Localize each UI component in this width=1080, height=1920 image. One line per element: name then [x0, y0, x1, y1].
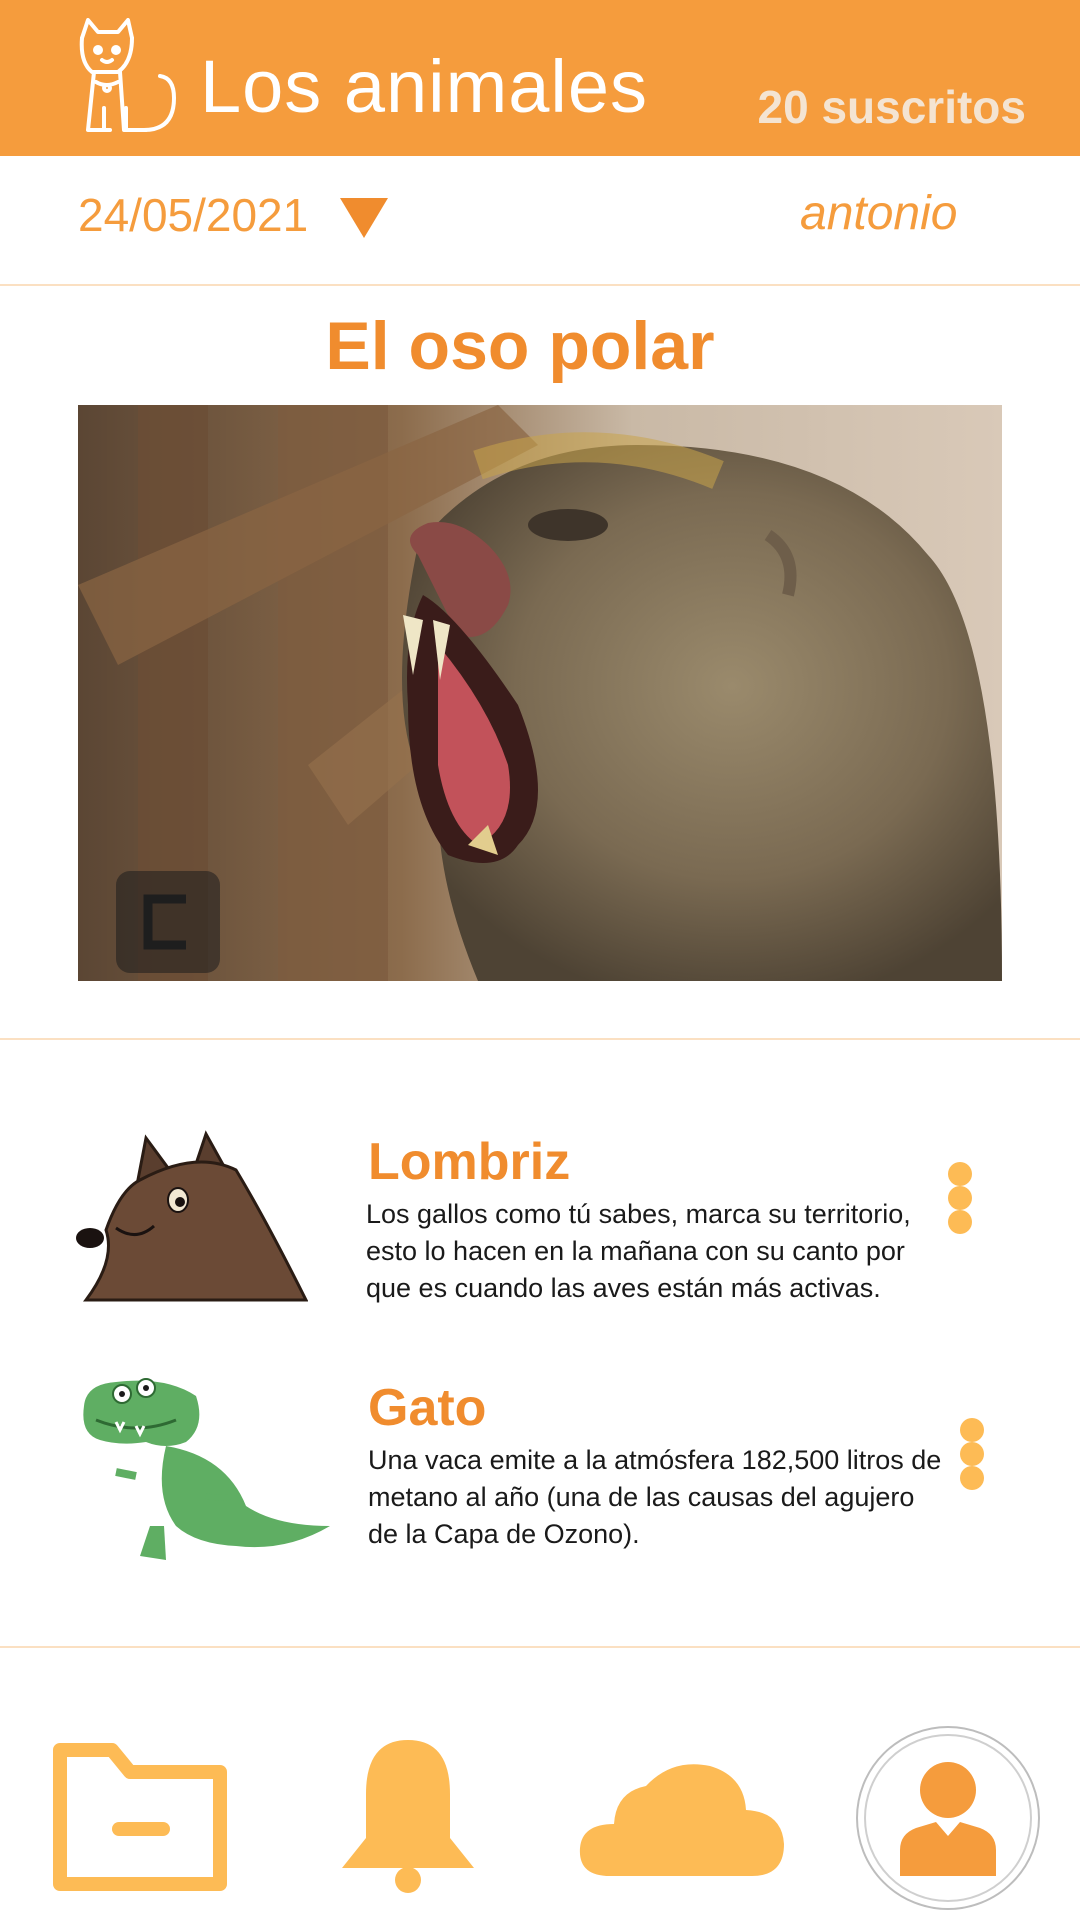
more-options-icon[interactable]	[948, 1162, 974, 1234]
item-description-line: que es cuando las aves están más activas…	[366, 1273, 881, 1303]
dot	[960, 1442, 984, 1466]
app-header: Los animales 20 suscritos	[0, 0, 1080, 156]
item-description: Los gallos como tú sabes, marca su terri…	[366, 1196, 966, 1307]
dog-logo-icon	[79, 18, 176, 132]
date-selector[interactable]: 24/05/2021	[78, 192, 308, 238]
item-description-line: esto lo hacen en la mañana con su canto …	[366, 1236, 905, 1266]
subscriber-count[interactable]: 20 suscritos	[758, 84, 1026, 130]
item-description-line: Los gallos como tú sabes, marca su terri…	[366, 1199, 911, 1229]
folder-icon[interactable]	[52, 1742, 228, 1892]
item-description-line: Una vaca emite a la atmósfera 182,500 li…	[368, 1445, 942, 1475]
item-description-line: de la Capa de Ozono).	[368, 1519, 640, 1549]
dot	[960, 1418, 984, 1442]
item-title: Gato	[368, 1379, 487, 1437]
dot	[948, 1210, 972, 1234]
divider	[0, 1646, 1080, 1648]
app-title: Los animales	[200, 45, 649, 128]
article-image[interactable]	[78, 405, 1002, 981]
chevron-down-icon[interactable]	[338, 196, 390, 240]
divider	[0, 284, 1080, 286]
dot	[948, 1162, 972, 1186]
profile-button[interactable]	[856, 1726, 1040, 1910]
username[interactable]: antonio	[800, 190, 957, 238]
item-title: Lombriz	[368, 1133, 571, 1191]
list-item[interactable]: Gato Una vaca emite a la atmósfera 182,5…	[0, 1376, 1080, 1566]
dot	[960, 1466, 984, 1490]
dog-avatar	[76, 1130, 308, 1302]
profile-icon	[900, 1762, 996, 1876]
filter-bar: 24/05/2021 antonio	[0, 156, 1080, 284]
more-options-icon[interactable]	[960, 1418, 986, 1490]
list-item[interactable]: Lombriz Los gallos como tú sabes, marca …	[0, 1130, 1080, 1310]
divider	[0, 1038, 1080, 1040]
item-description-line: metano al año (una de las causas del agu…	[368, 1482, 915, 1512]
article-title: El oso polar	[325, 308, 715, 384]
bell-icon[interactable]	[338, 1734, 478, 1894]
cloud-icon[interactable]	[576, 1752, 788, 1882]
dot	[948, 1186, 972, 1210]
photo-badge-icon	[116, 871, 220, 973]
dinosaur-avatar	[83, 1378, 330, 1560]
item-description: Una vaca emite a la atmósfera 182,500 li…	[368, 1442, 988, 1553]
